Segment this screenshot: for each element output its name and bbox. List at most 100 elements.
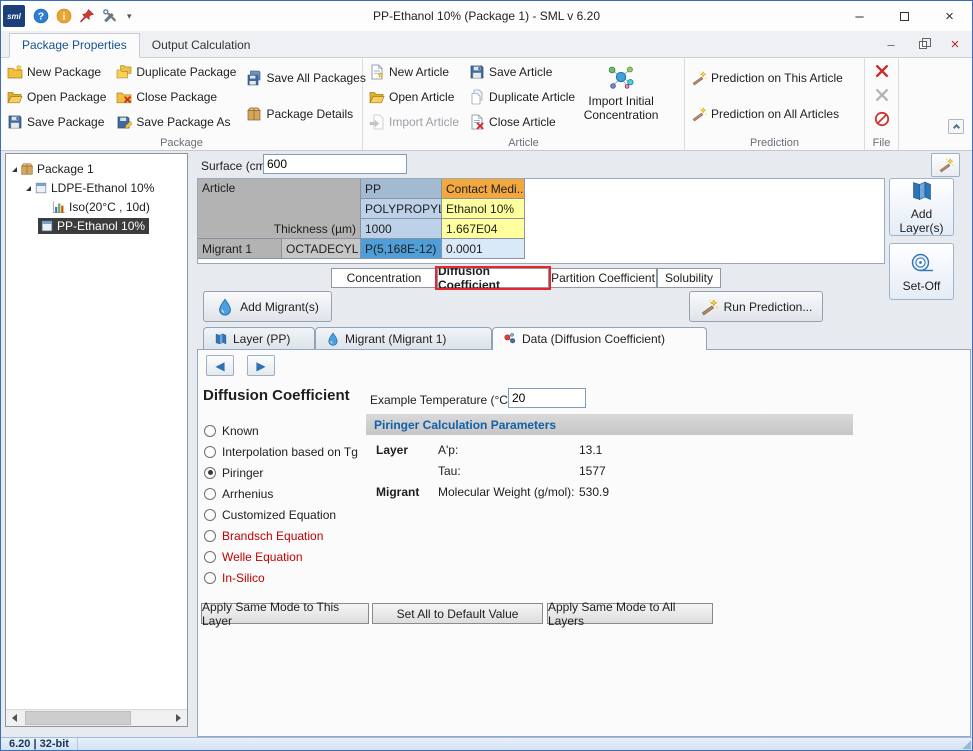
set-all-default-value-button[interactable]: Set All to Default Value [372, 603, 543, 624]
grid-cell-contact-media-header[interactable]: Contact Medi... [442, 179, 524, 198]
right-arrow-icon [176, 714, 181, 722]
next-button[interactable]: ▶ [247, 355, 275, 376]
radio-in-silico[interactable]: In-Silico [204, 567, 358, 588]
help-icon[interactable] [33, 8, 49, 24]
expander-icon[interactable] [26, 185, 31, 191]
add-migrants-button[interactable]: Add Migrant(s) [203, 291, 332, 322]
prediction-wand-icon [691, 106, 707, 122]
radio-known[interactable]: Known [204, 420, 358, 441]
grid-cell-diffusion-value-selected[interactable]: P(5,168E-12) [361, 239, 441, 258]
button-label: Open Article [389, 90, 455, 104]
save-all-packages-icon [246, 70, 262, 86]
surface-input[interactable] [263, 154, 407, 174]
save-package-button[interactable]: Save Package [3, 110, 110, 134]
resize-grip[interactable] [961, 739, 971, 749]
previous-button[interactable]: ◀ [206, 355, 234, 376]
tools-icon[interactable] [102, 8, 118, 24]
new-package-button[interactable]: New Package [3, 60, 110, 84]
tab-package-properties[interactable]: Package Properties [9, 33, 140, 58]
prediction-all-articles-button[interactable]: Prediction on All Articles [687, 102, 862, 126]
button-label: Run Prediction... [723, 299, 813, 314]
status-bar: 6.20 | 32-bit [1, 737, 972, 750]
minimize-button[interactable]: – [837, 1, 882, 31]
close-article-button[interactable]: Close Article [465, 110, 579, 134]
group-label-prediction: Prediction [750, 137, 799, 149]
scroll-left-button[interactable] [6, 710, 23, 726]
close-button[interactable]: × [927, 1, 972, 31]
open-package-button[interactable]: Open Package [3, 85, 110, 109]
grid-cell-concentration-value[interactable]: 0.0001 [442, 239, 524, 258]
grid-cell-article-header[interactable]: Article Thickness (µm) [198, 179, 360, 238]
tree-item-package-1[interactable]: Package 1 [6, 160, 187, 178]
radio-piringer[interactable]: Piringer [204, 462, 358, 483]
save-package-as-button[interactable]: Save Package As [112, 110, 240, 134]
expander-icon[interactable] [12, 166, 17, 172]
example-temperature-input[interactable] [508, 388, 586, 408]
radio-icon [204, 529, 216, 542]
cancel-icon[interactable] [874, 111, 890, 127]
tab-solubility[interactable]: Solubility [657, 268, 721, 288]
button-label: Save Article [489, 65, 553, 79]
grid-cell-migrant-name[interactable]: OCTADECYL ... [282, 239, 360, 258]
tree-item-iso-condition[interactable]: Iso(20°C , 10d) [6, 198, 187, 216]
scroll-right-button[interactable] [170, 710, 187, 726]
radio-arrhenius[interactable]: Arrhenius [204, 483, 358, 504]
info-icon[interactable] [56, 8, 72, 24]
chart-icon [52, 200, 66, 214]
grid-cell-volume-value[interactable]: 1.667E04 [442, 219, 524, 238]
mdi-close-button[interactable]: × [944, 36, 966, 53]
radio-interpolation-tg[interactable]: Interpolation based on Tg [204, 441, 358, 462]
package-details-button[interactable]: Package Details [242, 102, 369, 126]
qat-dropdown-icon[interactable]: ▾ [127, 11, 132, 22]
tab-diffusion-coefficient[interactable]: Diffusion Coefficient [435, 264, 551, 292]
tree-horizontal-scrollbar[interactable] [6, 709, 187, 726]
button-label: New Article [389, 65, 450, 79]
tab-partition-coefficient[interactable]: Partition Coefficient [549, 268, 657, 288]
add-layers-button[interactable]: Add Layer(s) [889, 178, 954, 236]
grid-cell-thickness-value[interactable]: 1000 [361, 219, 441, 238]
save-all-packages-button[interactable]: Save All Packages [242, 66, 369, 90]
param-value: 530.9 [579, 484, 610, 499]
tab-output-calculation[interactable]: Output Calculation [140, 34, 263, 57]
grid-cell-layer-name[interactable]: PP [361, 179, 441, 198]
import-initial-concentration-button[interactable]: Import Initial Concentration [581, 60, 661, 136]
save-article-button[interactable]: Save Article [465, 60, 579, 84]
radio-customized-equation[interactable]: Customized Equation [204, 504, 358, 525]
wizard-button[interactable] [931, 153, 960, 177]
run-prediction-button[interactable]: Run Prediction... [689, 291, 823, 322]
tab-concentration[interactable]: Concentration [331, 268, 437, 288]
tree-item-pp-ethanol-selected[interactable]: PP-Ethanol 10% [6, 217, 187, 235]
mdi-minimize-button[interactable]: – [880, 36, 902, 53]
close-file-icon[interactable] [874, 63, 890, 79]
duplicate-article-icon [469, 89, 485, 105]
grid-cell-simulant[interactable]: Ethanol 10% [442, 199, 524, 218]
radio-icon [204, 424, 216, 437]
scrollbar-thumb[interactable] [25, 711, 131, 725]
maximize-button[interactable] [882, 1, 927, 31]
radio-icon [204, 487, 216, 500]
open-article-button[interactable]: Open Article [365, 85, 463, 109]
tab-layer[interactable]: Layer (PP) [203, 327, 315, 349]
duplicate-article-button[interactable]: Duplicate Article [465, 85, 579, 109]
mdi-restore-button[interactable] [912, 36, 934, 53]
tab-migrant[interactable]: Migrant (Migrant 1) [315, 327, 492, 349]
open-article-icon [369, 89, 385, 105]
apply-same-mode-all-layers-button[interactable]: Apply Same Mode to All Layers [547, 600, 713, 628]
radio-welle-equation[interactable]: Welle Equation [204, 546, 358, 567]
tab-data-diffusion-coefficient[interactable]: Data (Diffusion Coefficient) [492, 327, 707, 350]
set-off-button[interactable]: Set-Off [889, 243, 954, 300]
param-value: 1577 [579, 463, 606, 478]
radio-brandsch-equation[interactable]: Brandsch Equation [204, 525, 358, 546]
duplicate-package-button[interactable]: Duplicate Package [112, 60, 240, 84]
grid-cell-polymer[interactable]: POLYPROPYL... [361, 199, 441, 218]
apply-same-mode-this-layer-button[interactable]: Apply Same Mode to This Layer [201, 600, 369, 628]
tree-item-ldpe-ethanol[interactable]: LDPE-Ethanol 10% [6, 179, 187, 197]
close-package-button[interactable]: Close Package [112, 85, 240, 109]
pin-icon[interactable] [79, 8, 95, 24]
new-article-button[interactable]: New Article [365, 60, 463, 84]
grid-cell-migrant-header[interactable]: Migrant 1 [198, 239, 281, 258]
ribbon-group-package: New Package Open Package Save Package Du… [1, 58, 366, 150]
scrollbar-track[interactable] [23, 710, 170, 726]
prediction-this-article-button[interactable]: Prediction on This Article [687, 66, 862, 90]
ribbon-collapse-button[interactable] [948, 119, 964, 134]
